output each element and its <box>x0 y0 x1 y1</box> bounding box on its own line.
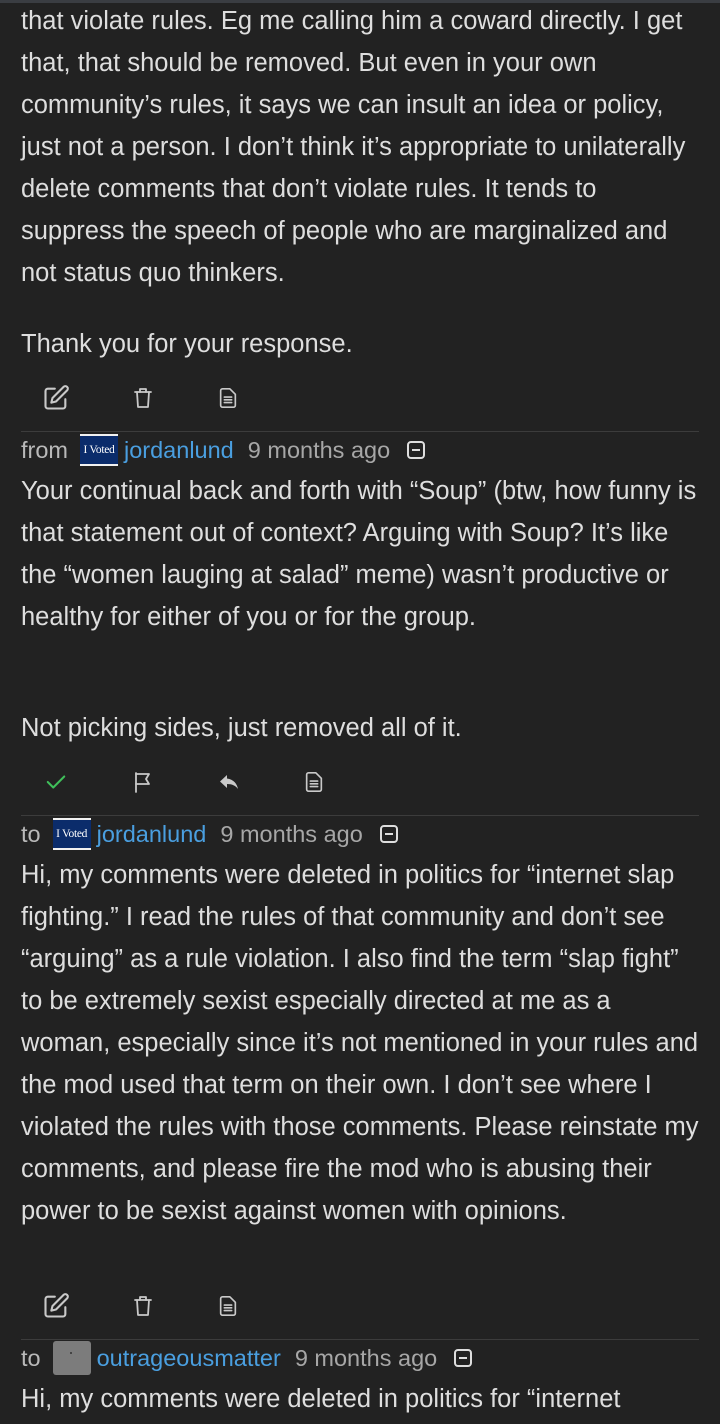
direction-label: from <box>21 436 68 463</box>
trash-icon[interactable] <box>125 1288 161 1324</box>
comment-2-header: from I Voted jordanlund 9 months ago <box>21 432 426 468</box>
comment-4-header: to outrageousmatter 9 months ago <box>21 1340 473 1376</box>
timestamp: 9 months ago <box>220 820 363 847</box>
minus-square-icon[interactable] <box>453 1348 473 1368</box>
username-link[interactable]: outrageousmatter <box>97 1345 281 1372</box>
comment-3-actions <box>0 1288 720 1328</box>
source-icon[interactable] <box>296 764 332 800</box>
direction-label: to <box>21 820 41 847</box>
trash-icon[interactable] <box>125 380 161 416</box>
reply-icon[interactable] <box>211 764 247 800</box>
timestamp: 9 months ago <box>247 436 391 463</box>
comment-1-paragraph-2: Thank you for your response. <box>21 330 353 358</box>
flag-icon[interactable] <box>125 764 161 800</box>
comment-1-paragraph-1: that violate rules. Eg me calling him a … <box>21 7 686 287</box>
direction-label: to <box>21 1344 41 1371</box>
avatar[interactable] <box>52 1341 91 1375</box>
username-link[interactable]: jordanlund <box>97 821 207 848</box>
avatar[interactable]: I Voted <box>52 818 91 850</box>
edit-icon[interactable] <box>38 1288 74 1324</box>
source-icon[interactable] <box>210 1288 246 1324</box>
comment-1-actions <box>0 380 720 420</box>
comment-4-paragraph-1: Hi, my comments were deleted in politics… <box>21 1385 621 1413</box>
comment-2-actions <box>0 764 720 804</box>
minus-square-icon[interactable] <box>406 440 426 460</box>
source-icon[interactable] <box>210 380 246 416</box>
minus-square-icon[interactable] <box>379 824 399 844</box>
check-icon[interactable] <box>38 764 74 800</box>
comment-3-header: to I Voted jordanlund 9 months ago <box>21 816 399 852</box>
edit-icon[interactable] <box>38 380 74 416</box>
username-link[interactable]: jordanlund <box>124 437 234 464</box>
avatar[interactable]: I Voted <box>80 434 118 466</box>
comment-2-paragraph-1: Your continual back and forth with “Soup… <box>21 477 697 631</box>
comment-2-paragraph-2: Not picking sides, just removed all of i… <box>21 714 462 742</box>
comment-3-paragraph-1: Hi, my comments were deleted in politics… <box>21 861 699 1225</box>
timestamp: 9 months ago <box>294 1344 438 1371</box>
